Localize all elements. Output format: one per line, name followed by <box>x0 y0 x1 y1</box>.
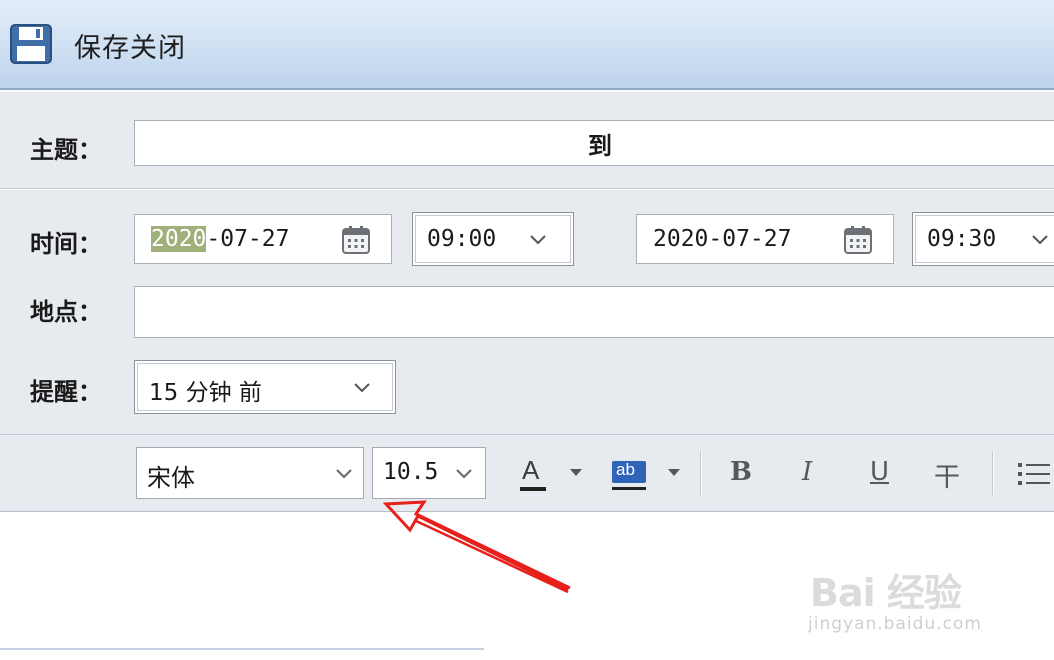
chevron-down-icon <box>336 469 352 479</box>
strikethrough-button[interactable]: 干 <box>934 457 960 494</box>
chevron-down-icon <box>456 469 472 479</box>
end-date-value: 2020-07-27 <box>653 226 792 252</box>
start-time-value: 09:00 <box>427 226 497 252</box>
italic-button[interactable]: I <box>802 457 812 487</box>
appointment-form: 主题： 时间： 2020-07-27 09:00 到 2020-07-27 09… <box>0 92 1054 434</box>
font-family-value: 宋体 <box>147 464 195 492</box>
reminder-select[interactable]: 15 分钟 前 <box>134 360 396 414</box>
start-date-rest: -07-27 <box>206 226 290 252</box>
calendar-icon[interactable] <box>843 225 873 255</box>
save-icon[interactable] <box>10 24 52 64</box>
font-color-icon: A <box>522 455 540 485</box>
font-color-button[interactable]: A <box>518 453 548 493</box>
baidu-watermark: Bai 经验 jingyan.baidu.com <box>806 548 1006 638</box>
end-date-input[interactable]: 2020-07-27 <box>636 214 894 264</box>
highlight-icon: ab <box>616 460 635 479</box>
annotation-arrow-icon <box>382 500 571 594</box>
font-color-dropdown-icon[interactable] <box>570 469 582 476</box>
reminder-label: 提醒： <box>30 378 102 406</box>
time-label: 时间： <box>30 230 102 258</box>
start-date-year-selection: 2020 <box>151 226 207 252</box>
end-time-select[interactable]: 09:30 <box>912 212 1054 266</box>
to-label: 到 <box>588 132 612 160</box>
bullet-list-icon[interactable] <box>1016 461 1050 487</box>
start-date-input[interactable]: 2020-07-27 <box>134 214 392 264</box>
highlight-button[interactable]: ab <box>612 457 646 491</box>
calendar-icon[interactable] <box>341 225 371 255</box>
start-time-select[interactable]: 09:00 <box>412 212 574 266</box>
reminder-value: 15 分钟 前 <box>149 380 262 406</box>
location-input[interactable] <box>134 286 1054 338</box>
location-label: 地点： <box>30 298 102 326</box>
subject-label: 主题： <box>30 136 102 164</box>
highlight-dropdown-icon[interactable] <box>668 469 680 476</box>
watermark-logo: Bai 经验 <box>810 571 962 615</box>
end-time-value: 09:30 <box>927 226 997 252</box>
watermark-url: jingyan.baidu.com <box>808 614 982 634</box>
font-family-select[interactable]: 宋体 <box>136 447 364 499</box>
title-bar: 保存关闭 <box>0 0 1054 90</box>
save-close-button[interactable]: 保存关闭 <box>74 26 186 65</box>
chevron-down-icon <box>530 235 546 245</box>
chevron-down-icon <box>354 383 370 393</box>
bold-button[interactable]: B <box>730 457 752 487</box>
underline-button[interactable]: U <box>870 457 889 487</box>
font-size-value: 10.5 <box>383 459 439 485</box>
chevron-down-icon <box>1032 235 1048 245</box>
